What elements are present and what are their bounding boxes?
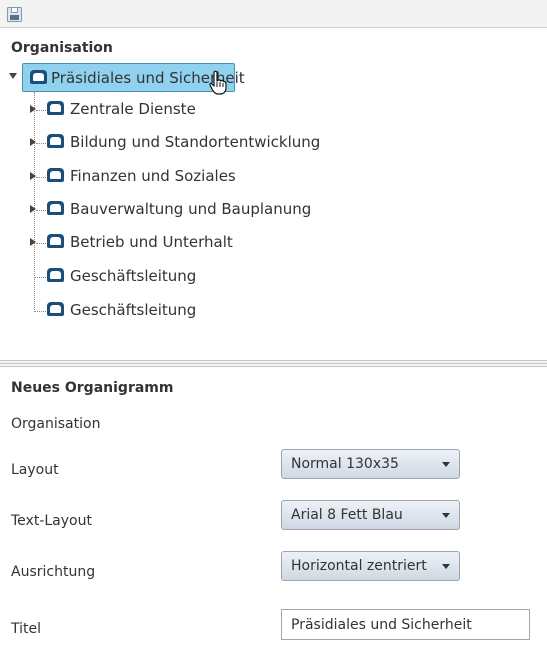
organisation-label: Organisation — [11, 416, 101, 432]
toolbar — [0, 0, 547, 28]
tree-node-bildung[interactable]: Bildung und Standortentwicklung — [0, 131, 400, 155]
expand-arrow-icon[interactable] — [30, 105, 36, 113]
text-layout-select-value: Arial 8 Fett Blau — [291, 507, 403, 523]
tree-node-betrieb[interactable]: Betrieb und Unterhalt — [0, 231, 400, 255]
dropdown-arrow-icon — [442, 513, 450, 518]
tree-node-label: Betrieb und Unterhalt — [70, 233, 233, 251]
org-unit-icon — [30, 70, 47, 84]
text-layout-label: Text-Layout — [11, 513, 92, 529]
layout-label: Layout — [11, 462, 59, 478]
tree-node-zentrale-dienste[interactable]: Zentrale Dienste — [0, 98, 400, 122]
org-unit-icon — [47, 101, 64, 115]
org-unit-icon — [47, 201, 64, 215]
tree-node-geschaeftsleitung[interactable]: Geschäftsleitung — [0, 299, 400, 323]
tree-node-label: Geschäftsleitung — [70, 301, 197, 319]
org-unit-icon — [47, 134, 64, 148]
tree-heading: Organisation — [11, 40, 113, 56]
org-unit-icon — [47, 168, 64, 182]
org-unit-icon — [47, 302, 64, 316]
titel-label: Titel — [11, 621, 42, 637]
org-unit-icon — [47, 268, 64, 282]
form-heading: Neues Organigramm — [11, 380, 174, 396]
dropdown-arrow-icon — [442, 564, 450, 569]
panel-splitter[interactable] — [0, 360, 547, 367]
expand-arrow-icon[interactable] — [30, 138, 36, 146]
titel-input[interactable] — [281, 609, 530, 640]
tree-node-label: Geschäftsleitung — [70, 267, 197, 285]
ausrichtung-select[interactable]: Horizontal zentriert — [281, 551, 460, 581]
hand-pointer-cursor-icon — [209, 70, 227, 95]
tree-node-label: Bauverwaltung und Bauplanung — [70, 200, 312, 218]
ausrichtung-label: Ausrichtung — [11, 564, 96, 580]
tree-node-bauverwaltung[interactable]: Bauverwaltung und Bauplanung — [0, 198, 400, 222]
tree-node-label: Zentrale Dienste — [70, 100, 196, 118]
layout-select-value: Normal 130x35 — [291, 456, 399, 472]
expand-arrow-icon[interactable] — [30, 238, 36, 246]
ausrichtung-select-value: Horizontal zentriert — [291, 558, 427, 574]
tree-node-geschaeftsleitung[interactable]: Geschäftsleitung — [0, 265, 400, 289]
save-icon[interactable] — [7, 7, 22, 22]
layout-select[interactable]: Normal 130x35 — [281, 449, 460, 479]
tree-node-label: Bildung und Standortentwicklung — [70, 133, 321, 151]
org-unit-icon — [47, 234, 64, 248]
tree-node-root[interactable]: Präsidiales und Sicherheit — [22, 63, 245, 92]
expand-arrow-icon[interactable] — [30, 172, 36, 180]
tree-node-label: Finanzen und Soziales — [70, 167, 236, 185]
collapse-arrow-icon[interactable] — [9, 73, 17, 79]
text-layout-select[interactable]: Arial 8 Fett Blau — [281, 500, 460, 530]
dropdown-arrow-icon — [442, 462, 450, 467]
tree-node-finanzen[interactable]: Finanzen und Soziales — [0, 165, 400, 189]
expand-arrow-icon[interactable] — [30, 205, 36, 213]
